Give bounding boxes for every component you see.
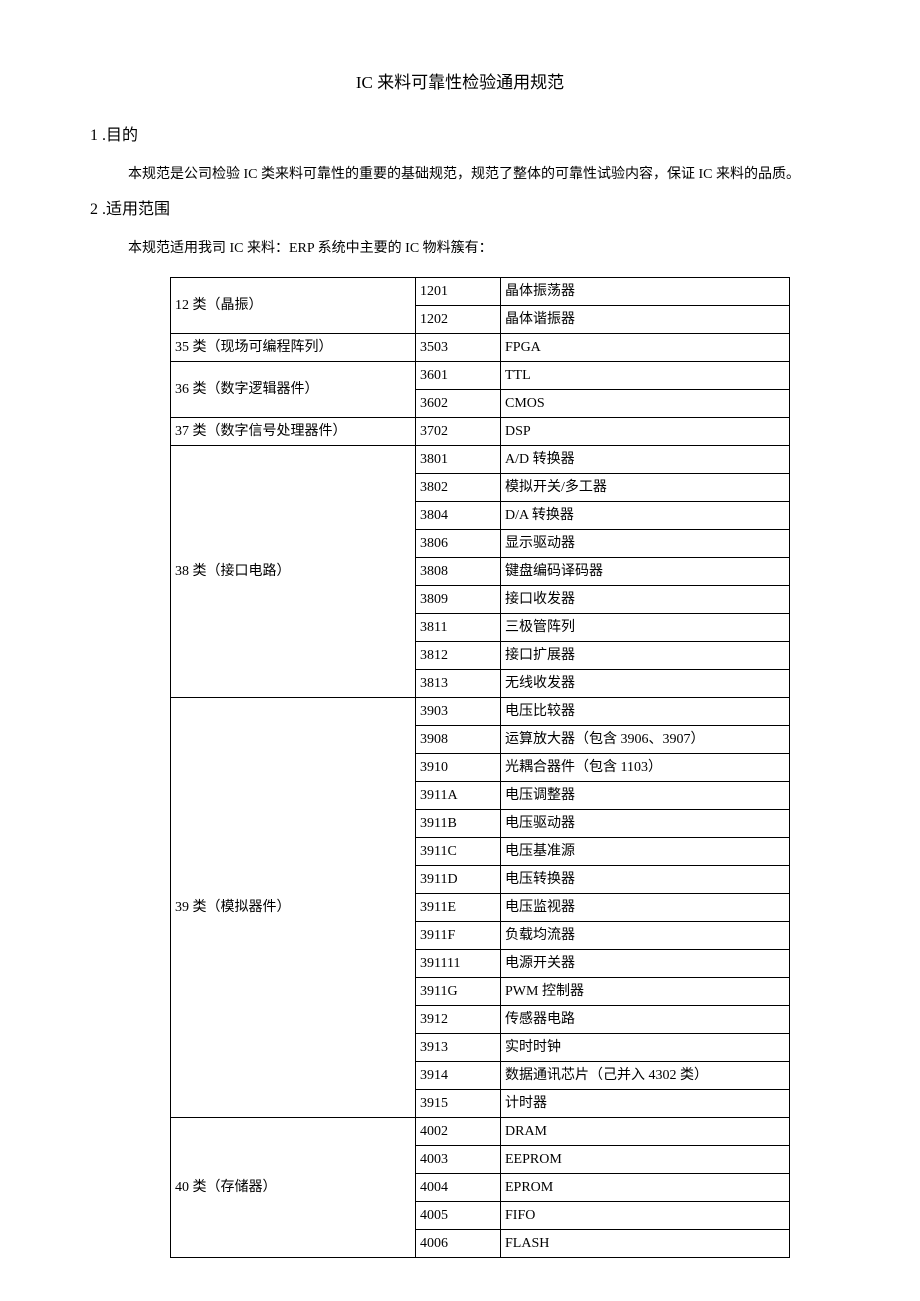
code-cell: 4005 (416, 1202, 501, 1230)
category-cell: 36 类（数字逻辑器件） (171, 362, 416, 418)
subcategory-cell: 计时器 (501, 1090, 790, 1118)
subcategory-cell: FPGA (501, 334, 790, 362)
code-cell: 3910 (416, 754, 501, 782)
code-cell: 3702 (416, 418, 501, 446)
subcategory-cell: DRAM (501, 1118, 790, 1146)
category-cell: 40 类（存储器） (171, 1118, 416, 1258)
category-cell: 38 类（接口电路） (171, 446, 416, 698)
code-cell: 3911A (416, 782, 501, 810)
code-cell: 1201 (416, 278, 501, 306)
code-cell: 4002 (416, 1118, 501, 1146)
code-cell: 3809 (416, 586, 501, 614)
subcategory-cell: FIFO (501, 1202, 790, 1230)
subcategory-cell: A/D 转换器 (501, 446, 790, 474)
subcategory-cell: 电源开关器 (501, 950, 790, 978)
subcategory-cell: 电压基准源 (501, 838, 790, 866)
subcategory-cell: 电压转换器 (501, 866, 790, 894)
code-cell: 3911G (416, 978, 501, 1006)
subcategory-cell: D/A 转换器 (501, 502, 790, 530)
section-1-label: .目的 (102, 127, 138, 144)
subcategory-cell: EPROM (501, 1174, 790, 1202)
code-cell: 3912 (416, 1006, 501, 1034)
subcategory-cell: 模拟开关/多工器 (501, 474, 790, 502)
table-row: 36 类（数字逻辑器件）3601TTL (171, 362, 790, 390)
subcategory-cell: DSP (501, 418, 790, 446)
code-cell: 3813 (416, 670, 501, 698)
subcategory-cell: FLASH (501, 1230, 790, 1258)
code-cell: 3908 (416, 726, 501, 754)
code-cell: 3914 (416, 1062, 501, 1090)
code-cell: 4004 (416, 1174, 501, 1202)
subcategory-cell: TTL (501, 362, 790, 390)
section-2-label: .适用范围 (102, 201, 170, 218)
subcategory-cell: 电压比较器 (501, 698, 790, 726)
category-cell: 39 类（模拟器件） (171, 698, 416, 1118)
code-cell: 4006 (416, 1230, 501, 1258)
code-cell: 3911E (416, 894, 501, 922)
section-1-body: 本规范是公司检验 IC 类来料可靠性的重要的基础规范，规范了整体的可靠性试验内容… (128, 160, 830, 191)
section-1-num: 1 (90, 127, 98, 144)
code-cell: 3911B (416, 810, 501, 838)
table-row: 39 类（模拟器件）3903电压比较器 (171, 698, 790, 726)
code-cell: 3903 (416, 698, 501, 726)
document-title: IC 来料可靠性检验通用规范 (90, 70, 830, 96)
subcategory-cell: 数据通讯芯片（己并入 4302 类） (501, 1062, 790, 1090)
subcategory-cell: 晶体振荡器 (501, 278, 790, 306)
subcategory-cell: 运算放大器（包含 3906、3907） (501, 726, 790, 754)
subcategory-cell: EEPROM (501, 1146, 790, 1174)
subcategory-cell: 接口扩展器 (501, 642, 790, 670)
category-cell: 12 类（晶振） (171, 278, 416, 334)
code-cell: 3911D (416, 866, 501, 894)
code-cell: 3915 (416, 1090, 501, 1118)
code-cell: 3601 (416, 362, 501, 390)
code-cell: 3802 (416, 474, 501, 502)
table-row: 40 类（存储器）4002DRAM (171, 1118, 790, 1146)
subcategory-cell: 键盘编码译码器 (501, 558, 790, 586)
code-cell: 3804 (416, 502, 501, 530)
code-cell: 3503 (416, 334, 501, 362)
subcategory-cell: 晶体谐振器 (501, 306, 790, 334)
code-cell: 3806 (416, 530, 501, 558)
category-cell: 37 类（数字信号处理器件） (171, 418, 416, 446)
table-row: 35 类（现场可编程阵列）3503FPGA (171, 334, 790, 362)
section-2-heading: 2 .适用范围 (90, 198, 830, 222)
section-2-body: 本规范适用我司 IC 来料：ERP 系统中主要的 IC 物料簇有： (128, 234, 830, 265)
table-row: 12 类（晶振）1201晶体振荡器 (171, 278, 790, 306)
subcategory-cell: 负载均流器 (501, 922, 790, 950)
subcategory-cell: 无线收发器 (501, 670, 790, 698)
table-row: 38 类（接口电路）3801A/D 转换器 (171, 446, 790, 474)
category-cell: 35 类（现场可编程阵列） (171, 334, 416, 362)
code-cell: 1202 (416, 306, 501, 334)
table-row: 37 类（数字信号处理器件）3702DSP (171, 418, 790, 446)
code-cell: 3811 (416, 614, 501, 642)
subcategory-cell: 电压驱动器 (501, 810, 790, 838)
subcategory-cell: 光耦合器件（包含 1103） (501, 754, 790, 782)
subcategory-cell: 电压调整器 (501, 782, 790, 810)
subcategory-cell: PWM 控制器 (501, 978, 790, 1006)
code-cell: 3602 (416, 390, 501, 418)
code-cell: 3913 (416, 1034, 501, 1062)
code-cell: 3808 (416, 558, 501, 586)
subcategory-cell: CMOS (501, 390, 790, 418)
code-cell: 4003 (416, 1146, 501, 1174)
section-2-num: 2 (90, 201, 98, 218)
subcategory-cell: 显示驱动器 (501, 530, 790, 558)
code-cell: 3911C (416, 838, 501, 866)
subcategory-cell: 三极管阵列 (501, 614, 790, 642)
code-cell: 391111 (416, 950, 501, 978)
subcategory-cell: 实时时钟 (501, 1034, 790, 1062)
material-category-table: 12 类（晶振）1201晶体振荡器1202晶体谐振器35 类（现场可编程阵列）3… (170, 277, 790, 1258)
code-cell: 3911F (416, 922, 501, 950)
subcategory-cell: 电压监视器 (501, 894, 790, 922)
code-cell: 3801 (416, 446, 501, 474)
subcategory-cell: 传感器电路 (501, 1006, 790, 1034)
section-1-heading: 1 .目的 (90, 124, 830, 148)
subcategory-cell: 接口收发器 (501, 586, 790, 614)
code-cell: 3812 (416, 642, 501, 670)
